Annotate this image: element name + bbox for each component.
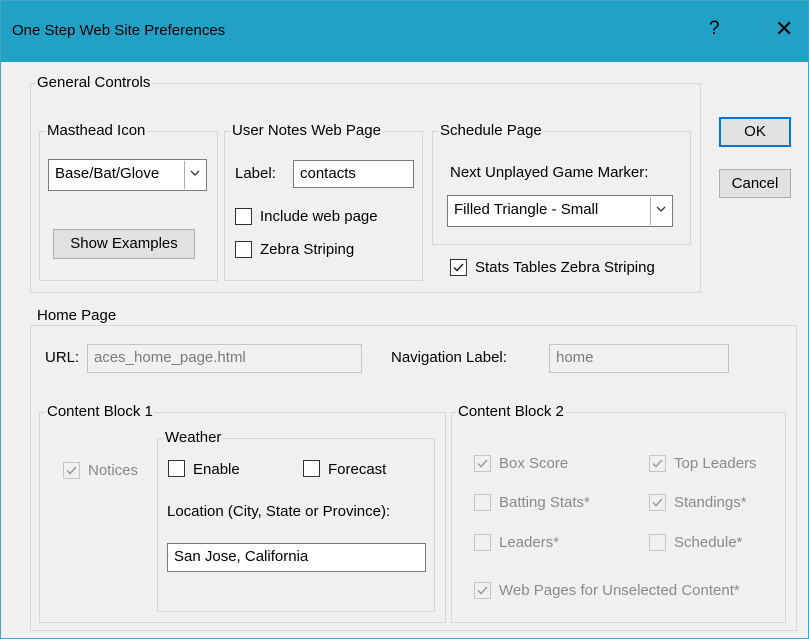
notices-label: Notices <box>88 462 139 479</box>
close-icon[interactable]: ✕ <box>775 16 793 42</box>
user-notes-label-caption: Label: <box>235 165 276 182</box>
web-pages-unselected-label: Web Pages for Unselected Content* <box>499 582 740 599</box>
leaders-checkbox <box>474 534 491 551</box>
show-examples-button[interactable]: Show Examples <box>53 229 195 259</box>
leaders-label: Leaders* <box>499 534 560 551</box>
user-notes-legend: User Notes Web Page <box>230 122 383 139</box>
home-page-legend: Home Page <box>35 307 119 324</box>
checkmark-icon <box>652 459 663 468</box>
navigation-label-caption: Navigation Label: <box>391 349 507 366</box>
user-notes-label-input[interactable]: contacts <box>293 160 414 188</box>
batting-stats-checkbox <box>474 494 491 511</box>
checkmark-icon <box>652 498 663 507</box>
checkmark-icon <box>453 263 464 272</box>
notices-checkbox <box>63 462 80 479</box>
box-score-checkbox <box>474 455 491 472</box>
window-title: One Step Web Site Preferences <box>12 22 226 39</box>
ok-button[interactable]: OK <box>719 117 791 147</box>
url-caption: URL: <box>45 349 80 366</box>
include-web-page-label: Include web page <box>260 208 378 225</box>
title-bar: One Step Web Site Preferences ? ✕ <box>1 1 808 62</box>
standings-label: Standings* <box>674 494 747 511</box>
zebra-striping-label: Zebra Striping <box>260 241 355 258</box>
chevron-down-icon[interactable] <box>184 161 205 189</box>
navigation-label-field: home <box>549 344 729 373</box>
masthead-icon-legend: Masthead Icon <box>45 122 148 139</box>
preferences-dialog: One Step Web Site Preferences ? ✕ OK Can… <box>0 0 809 639</box>
checkmark-icon <box>477 586 488 595</box>
schedule-checkbox <box>649 534 666 551</box>
location-caption: Location (City, State or Province): <box>167 503 391 520</box>
cancel-button[interactable]: Cancel <box>719 169 791 198</box>
weather-enable-checkbox[interactable] <box>168 460 185 477</box>
weather-enable-label: Enable <box>193 461 240 478</box>
user-notes-group <box>224 131 423 281</box>
next-game-marker-select[interactable]: Filled Triangle - Small <box>447 195 673 227</box>
next-game-marker-caption: Next Unplayed Game Marker: <box>450 164 649 181</box>
content-block-2-legend: Content Block 2 <box>456 403 566 420</box>
masthead-icon-value: Base/Bat/Glove <box>55 165 160 182</box>
weather-forecast-checkbox[interactable] <box>303 460 320 477</box>
checkmark-icon <box>477 459 488 468</box>
general-controls-legend: General Controls <box>35 74 153 91</box>
include-web-page-checkbox[interactable] <box>235 208 252 225</box>
weather-forecast-label: Forecast <box>328 461 387 478</box>
top-leaders-label: Top Leaders <box>674 455 757 472</box>
standings-checkbox <box>649 494 666 511</box>
batting-stats-label: Batting Stats* <box>499 494 590 511</box>
checkmark-icon <box>66 466 77 475</box>
weather-legend: Weather <box>163 429 224 446</box>
content-block-1-legend: Content Block 1 <box>45 403 155 420</box>
schedule-page-legend: Schedule Page <box>438 122 544 139</box>
stats-zebra-label: Stats Tables Zebra Striping <box>475 259 655 276</box>
help-icon[interactable]: ? <box>709 18 720 40</box>
masthead-icon-select[interactable]: Base/Bat/Glove <box>48 159 207 191</box>
top-leaders-checkbox <box>649 455 666 472</box>
zebra-striping-checkbox[interactable] <box>235 241 252 258</box>
chevron-down-icon[interactable] <box>650 197 671 225</box>
schedule-label: Schedule* <box>674 534 743 551</box>
stats-zebra-checkbox[interactable] <box>450 259 467 276</box>
url-field: aces_home_page.html <box>87 344 362 373</box>
schedule-page-group <box>432 131 691 245</box>
next-game-marker-value: Filled Triangle - Small <box>454 201 599 218</box>
web-pages-unselected-checkbox <box>474 582 491 599</box>
location-input[interactable]: San Jose, California <box>167 543 426 572</box>
box-score-label: Box Score <box>499 455 569 472</box>
